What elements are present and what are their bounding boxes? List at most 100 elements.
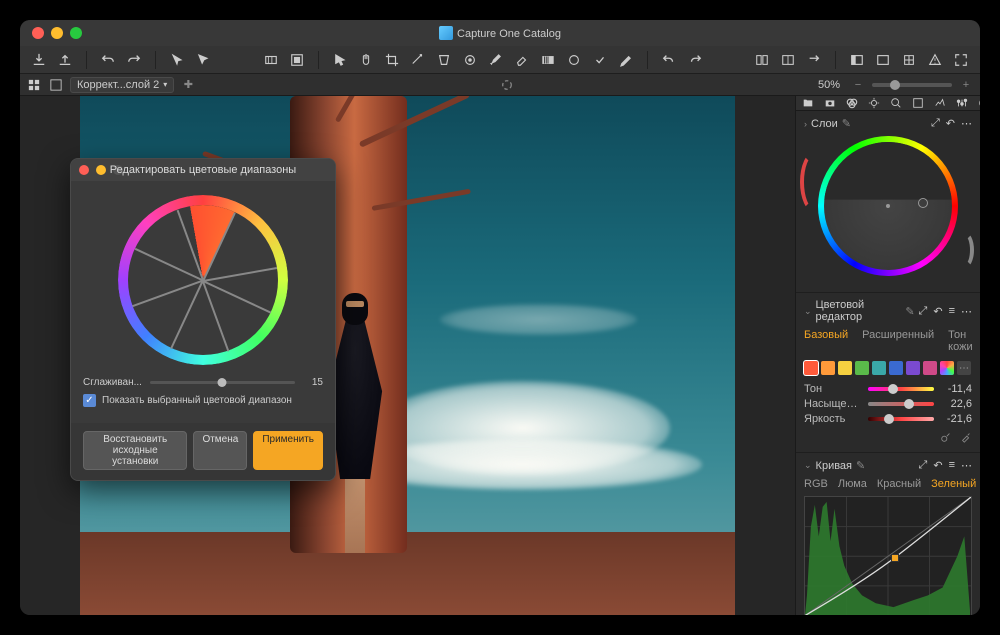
dialog-minimize-button[interactable] xyxy=(96,165,106,175)
adjust-tool-1[interactable] xyxy=(260,49,282,71)
swatch-orange[interactable] xyxy=(821,361,835,375)
smoothing-slider[interactable] xyxy=(150,381,295,384)
rotate-right-button[interactable] xyxy=(684,49,706,71)
dialog-close-button[interactable] xyxy=(79,165,89,175)
zoom-value[interactable]: 50% xyxy=(818,79,840,91)
chevron-down-icon[interactable]: ⌄ xyxy=(804,460,812,471)
mask-erase-tool[interactable] xyxy=(511,49,533,71)
single-view-icon[interactable] xyxy=(48,77,64,93)
zoom-in-icon[interactable]: + xyxy=(958,77,974,93)
panel-menu-icon[interactable]: ⋯ xyxy=(961,459,972,472)
close-button[interactable] xyxy=(32,27,44,39)
curve-tab-rgb[interactable]: RGB xyxy=(804,478,828,490)
grid-view-icon[interactable] xyxy=(26,77,42,93)
tab-capture-icon[interactable] xyxy=(824,96,836,110)
keystone-tool[interactable] xyxy=(433,49,455,71)
swatch-magenta[interactable] xyxy=(923,361,937,375)
heal-tool[interactable] xyxy=(589,49,611,71)
panel-expand-icon[interactable]: ⤢ xyxy=(919,459,928,472)
chevron-down-icon[interactable]: ⌄ xyxy=(804,306,812,317)
export-button[interactable] xyxy=(54,49,76,71)
swatch-green[interactable] xyxy=(855,361,869,375)
cursor-alt-tool[interactable] xyxy=(192,49,214,71)
crop-tool[interactable] xyxy=(381,49,403,71)
show-range-checkbox[interactable]: ✓ xyxy=(83,394,96,407)
chevron-right-icon[interactable]: › xyxy=(804,119,807,129)
tab-exposure-icon[interactable] xyxy=(868,96,880,110)
compare-button[interactable] xyxy=(777,49,799,71)
swatch-yellow[interactable] xyxy=(838,361,852,375)
tab-basic[interactable]: Базовый xyxy=(804,329,848,353)
panel-horizontal-icon[interactable]: ≡ xyxy=(949,459,955,472)
curve-editor[interactable] xyxy=(804,496,972,615)
tab-metadata-icon[interactable] xyxy=(978,96,980,110)
tab-crop-icon[interactable] xyxy=(912,96,924,110)
panel-expand-icon[interactable]: ⤢ xyxy=(931,117,940,130)
tab-skin[interactable]: Тон кожи xyxy=(948,329,972,353)
viewer-toggle[interactable] xyxy=(872,49,894,71)
panel-undo-icon[interactable]: ↶ xyxy=(946,117,955,130)
layer-dropdown[interactable]: Коррект...слой 2▾ xyxy=(70,77,174,93)
straighten-tool[interactable] xyxy=(407,49,429,71)
rotate-left-button[interactable] xyxy=(658,49,680,71)
copy-adjust-button[interactable] xyxy=(803,49,825,71)
curve-tab-red[interactable]: Красный xyxy=(877,478,921,490)
zoom-slider[interactable] xyxy=(872,83,952,87)
brush-icon[interactable]: ✎ xyxy=(856,459,865,472)
color-range-wheel[interactable] xyxy=(118,195,288,365)
brush-icon[interactable]: ✎ xyxy=(905,305,914,318)
panel-menu-icon[interactable]: ⋯ xyxy=(961,305,972,318)
annotate-tool[interactable] xyxy=(615,49,637,71)
adjust-tool-2[interactable] xyxy=(286,49,308,71)
apply-button[interactable]: Применить xyxy=(253,431,323,470)
curve-tab-luma[interactable]: Люма xyxy=(838,478,867,490)
saturation-slider[interactable] xyxy=(868,402,934,406)
spot-tool[interactable] xyxy=(459,49,481,71)
swatch-blue[interactable] xyxy=(889,361,903,375)
brush-icon[interactable]: ⁨✎ xyxy=(842,117,851,130)
tab-adjust-icon[interactable] xyxy=(956,96,968,110)
curve-tab-green[interactable]: Зеленый xyxy=(931,478,976,490)
cursor-tool[interactable] xyxy=(166,49,188,71)
swatch-purple[interactable] xyxy=(906,361,920,375)
color-picker-icon[interactable] xyxy=(940,431,952,446)
eyedropper-icon[interactable] xyxy=(960,431,972,446)
redo-button[interactable] xyxy=(123,49,145,71)
curve-point[interactable] xyxy=(891,554,899,562)
mask-brush-tool[interactable] xyxy=(485,49,507,71)
tab-library-icon[interactable] xyxy=(802,96,814,110)
panel-undo-icon[interactable]: ↶ xyxy=(933,459,942,472)
browser-toggle[interactable] xyxy=(846,49,868,71)
zoom-out-icon[interactable]: − xyxy=(850,77,866,93)
minimize-button[interactable] xyxy=(51,27,63,39)
fullscreen-toggle[interactable] xyxy=(950,49,972,71)
swatch-cyan[interactable] xyxy=(872,361,886,375)
hue-slider[interactable] xyxy=(868,387,934,391)
reset-button[interactable]: Восстановить исходные установки xyxy=(83,431,187,470)
tab-advanced[interactable]: Расширенный xyxy=(862,329,934,353)
undo-button[interactable] xyxy=(97,49,119,71)
tab-color-icon[interactable] xyxy=(846,96,858,110)
panel-expand-icon[interactable]: ⤢ xyxy=(919,305,928,318)
tab-lens-icon[interactable] xyxy=(890,96,902,110)
pointer-tool[interactable] xyxy=(329,49,351,71)
panel-menu-icon[interactable]: ⋯ xyxy=(961,117,972,130)
gradient-mask-tool[interactable] xyxy=(537,49,559,71)
color-balance-wheel[interactable] xyxy=(818,136,958,276)
swatch-more[interactable]: ⋯ xyxy=(957,361,971,375)
panel-horizontal-icon[interactable]: ≡ xyxy=(949,305,955,318)
swatch-all[interactable] xyxy=(940,361,954,375)
import-button[interactable] xyxy=(28,49,50,71)
panel-undo-icon[interactable]: ↶ xyxy=(933,305,942,318)
warning-toggle[interactable] xyxy=(924,49,946,71)
dialog-zoom-button[interactable] xyxy=(113,165,123,175)
fullscreen-button[interactable] xyxy=(70,27,82,39)
cancel-button[interactable]: Отмена xyxy=(193,431,247,470)
tab-details-icon[interactable] xyxy=(934,96,946,110)
hand-tool[interactable] xyxy=(355,49,377,71)
before-after-button[interactable] xyxy=(751,49,773,71)
radial-mask-tool[interactable] xyxy=(563,49,585,71)
grid-toggle[interactable] xyxy=(898,49,920,71)
add-layer-icon[interactable]: ✚ xyxy=(180,77,196,93)
lightness-slider[interactable] xyxy=(868,417,934,421)
